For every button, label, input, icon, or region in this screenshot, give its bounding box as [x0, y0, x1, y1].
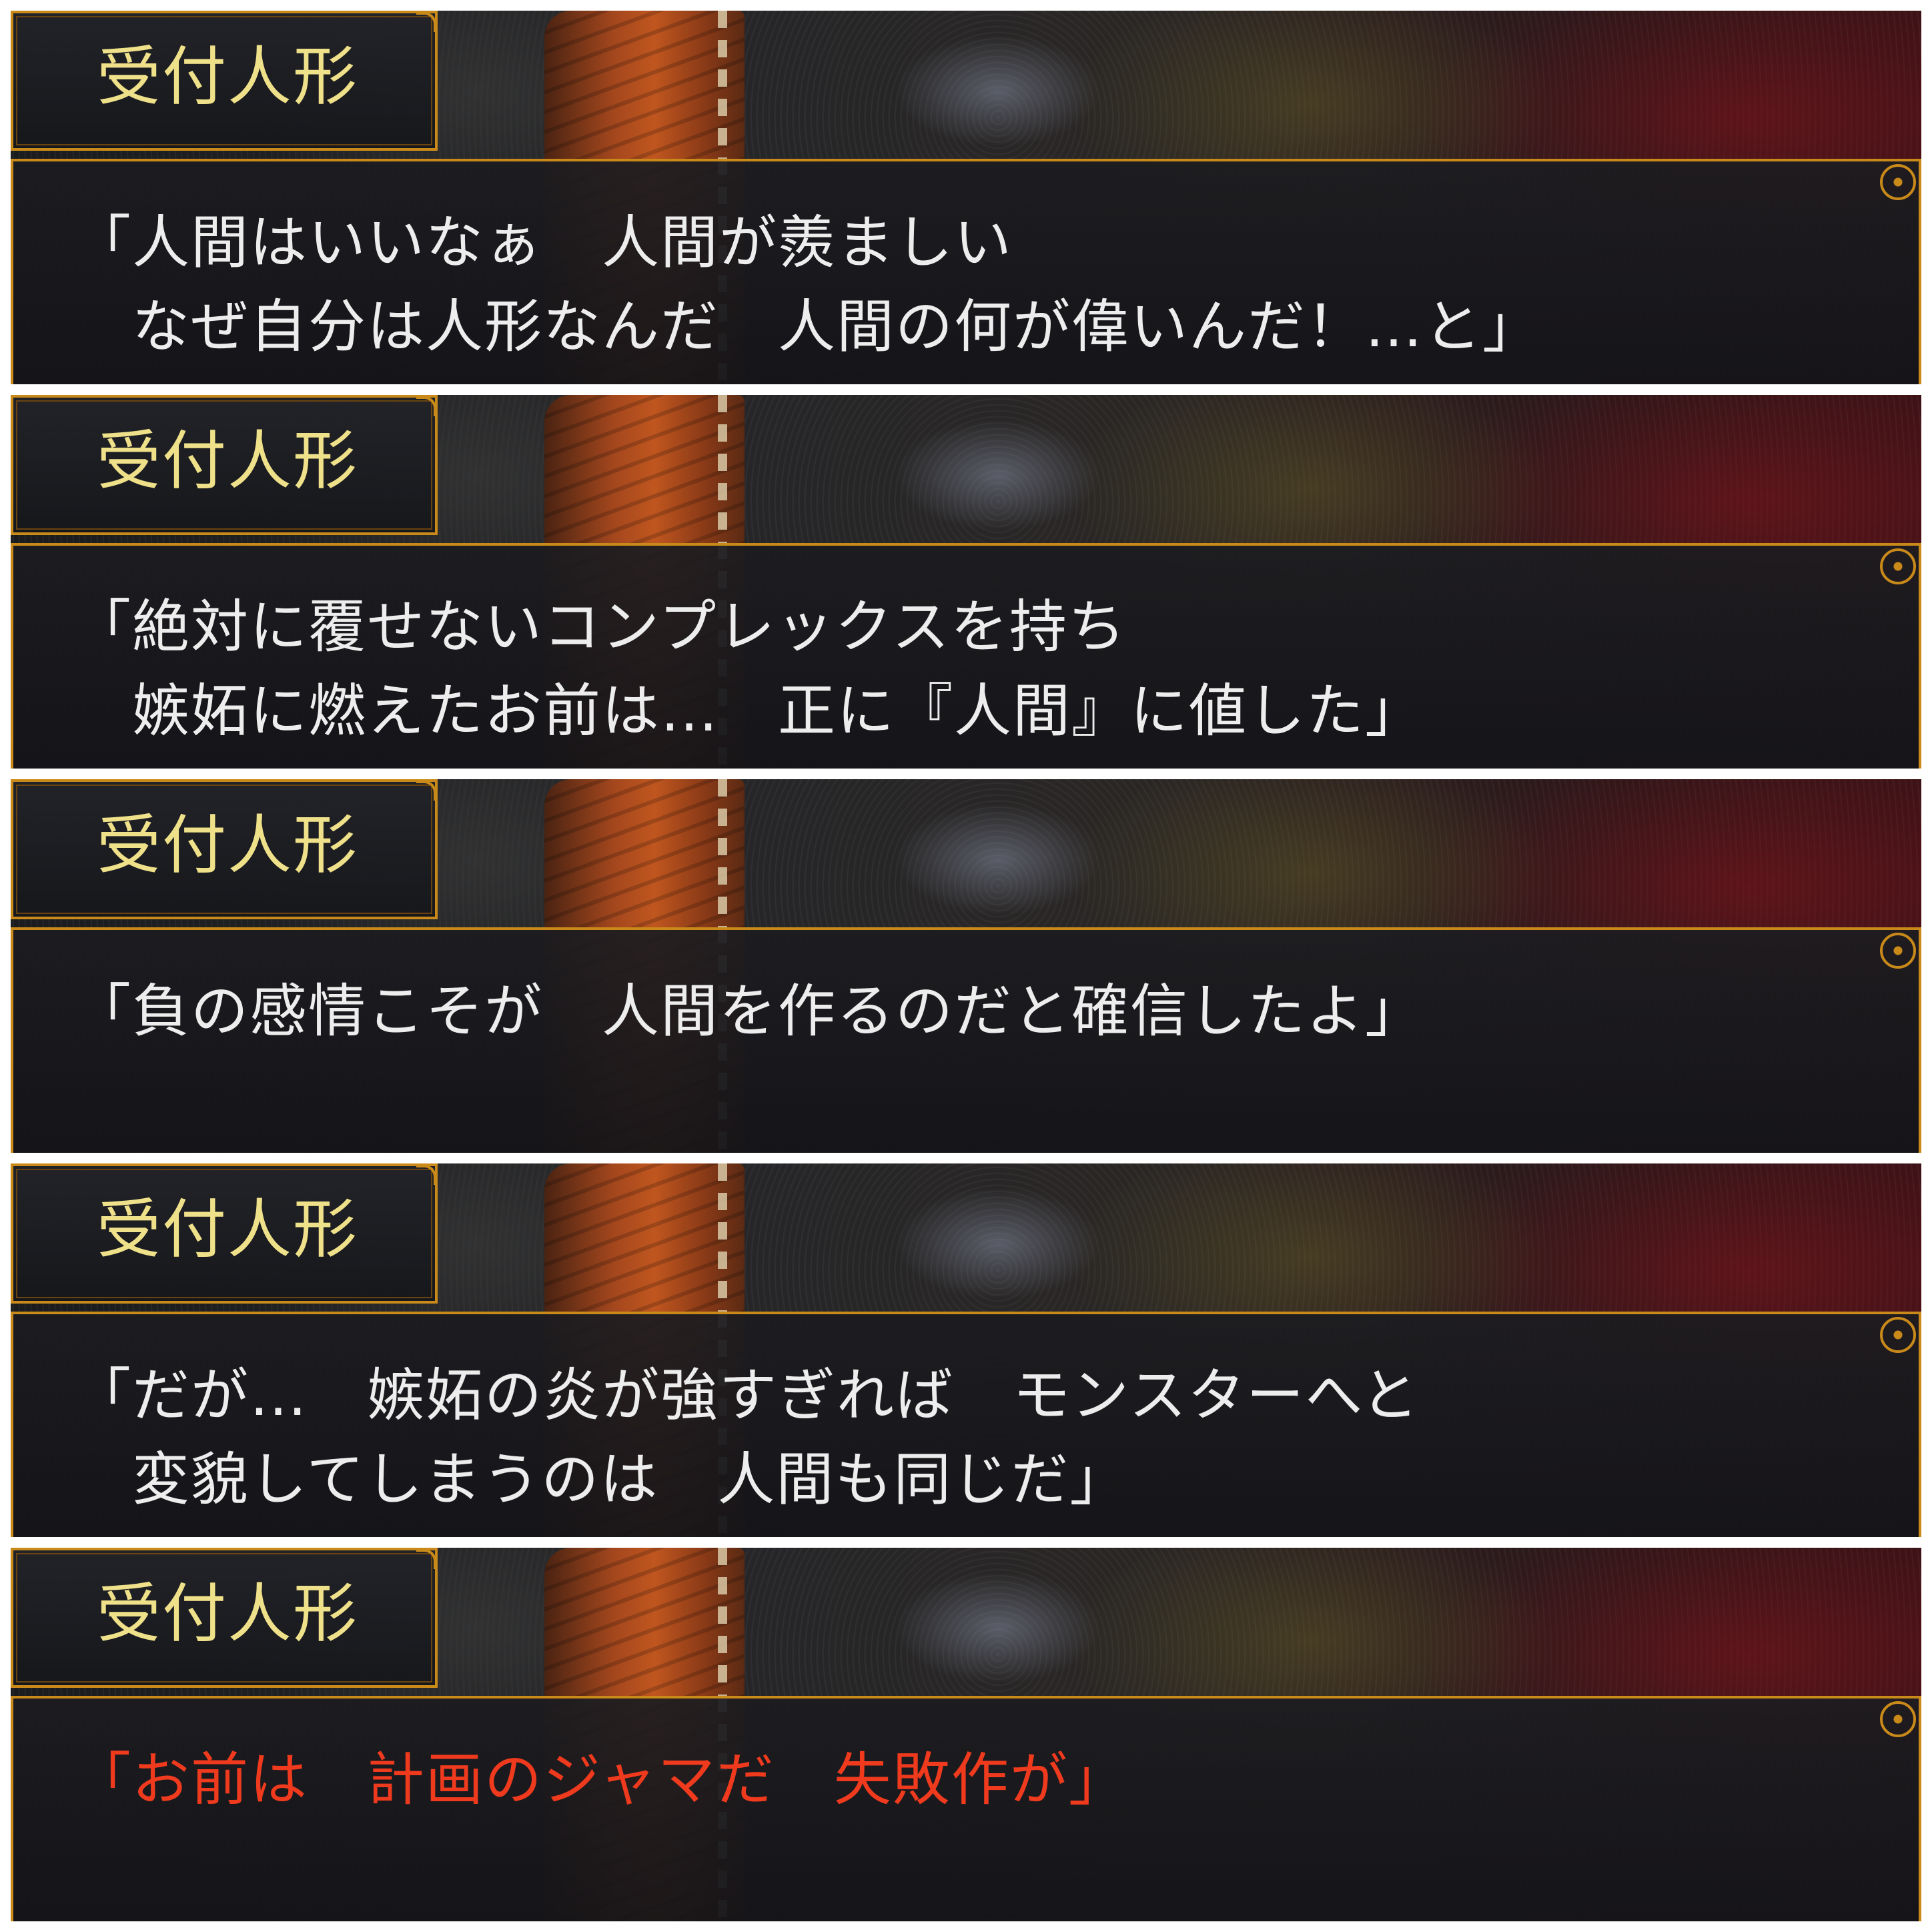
speaker-name-box: 受付人形 [11, 11, 438, 151]
dialogue-box[interactable]: 「人間はいいなぁ 人間が羨ましい なぜ自分は人形なんだ 人間の何が偉いんだ！…と… [11, 159, 1921, 384]
dialogue-line-1: 「絶対に覆せないコンプレックスを持ち [73, 594, 1127, 660]
corner-ornament-icon [1880, 548, 1916, 584]
dialogue-line-1: 「負の感情こそが 人間を作るのだと確信したよ」 [73, 978, 1424, 1045]
dialogue-panel-1: 受付人形 「人間はいいなぁ 人間が羨ましい なぜ自分は人形なんだ 人間の何が偉い… [11, 11, 1921, 384]
speaker-name-box: 受付人形 [11, 779, 438, 919]
dialogue-box[interactable]: 「だが… 嫉妬の炎が強すぎれば モンスターへと 変貌してしまうのは 人間も同じだ… [11, 1312, 1921, 1537]
dialogue-panel-5: 受付人形 「お前は 計画のジャマだ 失敗作が」 [11, 1548, 1921, 1921]
dialogue-box[interactable]: 「絶対に覆せないコンプレックスを持ち 嫉妬に燃えたお前は… 正に『人間』に値した… [11, 543, 1921, 769]
dialogue-panel-4: 受付人形 「だが… 嫉妬の炎が強すぎれば モンスターへと 変貌してしまうのは 人… [11, 1163, 1921, 1537]
speaker-name: 受付人形 [97, 808, 358, 883]
corner-ornament-icon [1880, 1317, 1916, 1353]
corner-ornament-icon [416, 396, 436, 416]
speaker-name: 受付人形 [97, 1192, 358, 1267]
speaker-name: 受付人形 [97, 1576, 358, 1651]
corner-ornament-icon [416, 1549, 436, 1569]
dialogue-line-2: 変貌してしまうのは 人間も同じだ」 [73, 1446, 1129, 1513]
corner-ornament-icon [1880, 933, 1916, 969]
dialogue-line-2: なぜ自分は人形なんだ 人間の何が偉いんだ！…と」 [73, 294, 1541, 360]
dialogue-line-2: 嫉妬に燃えたお前は… 正に『人間』に値した」 [73, 678, 1424, 745]
corner-ornament-icon [416, 1165, 436, 1185]
dialogue-line-1: 「人間はいいなぁ 人間が羨ましい [73, 209, 1013, 276]
speaker-name-box: 受付人形 [11, 1548, 438, 1688]
speaker-name: 受付人形 [97, 39, 358, 114]
dialogue-panel-3: 受付人形 「負の感情こそが 人間を作るのだと確信したよ」 [11, 779, 1921, 1153]
speaker-name: 受付人形 [97, 424, 358, 498]
corner-ornament-icon [416, 781, 436, 801]
speaker-name-box: 受付人形 [11, 395, 438, 535]
corner-ornament-icon [1880, 164, 1916, 200]
dialogue-box[interactable]: 「負の感情こそが 人間を作るのだと確信したよ」 [11, 927, 1921, 1153]
speaker-name-box: 受付人形 [11, 1163, 438, 1304]
dialogue-line-1: 「お前は 計画のジャマだ 失敗作が」 [73, 1747, 1127, 1813]
corner-ornament-icon [416, 12, 436, 32]
dialogue-line-1: 「だが… 嫉妬の炎が強すぎれば モンスターへと [73, 1362, 1420, 1429]
corner-ornament-icon [1880, 1701, 1916, 1737]
dialogue-box[interactable]: 「お前は 計画のジャマだ 失敗作が」 [11, 1696, 1921, 1921]
dialogue-panel-2: 受付人形 「絶対に覆せないコンプレックスを持ち 嫉妬に燃えたお前は… 正に『人間… [11, 395, 1921, 769]
